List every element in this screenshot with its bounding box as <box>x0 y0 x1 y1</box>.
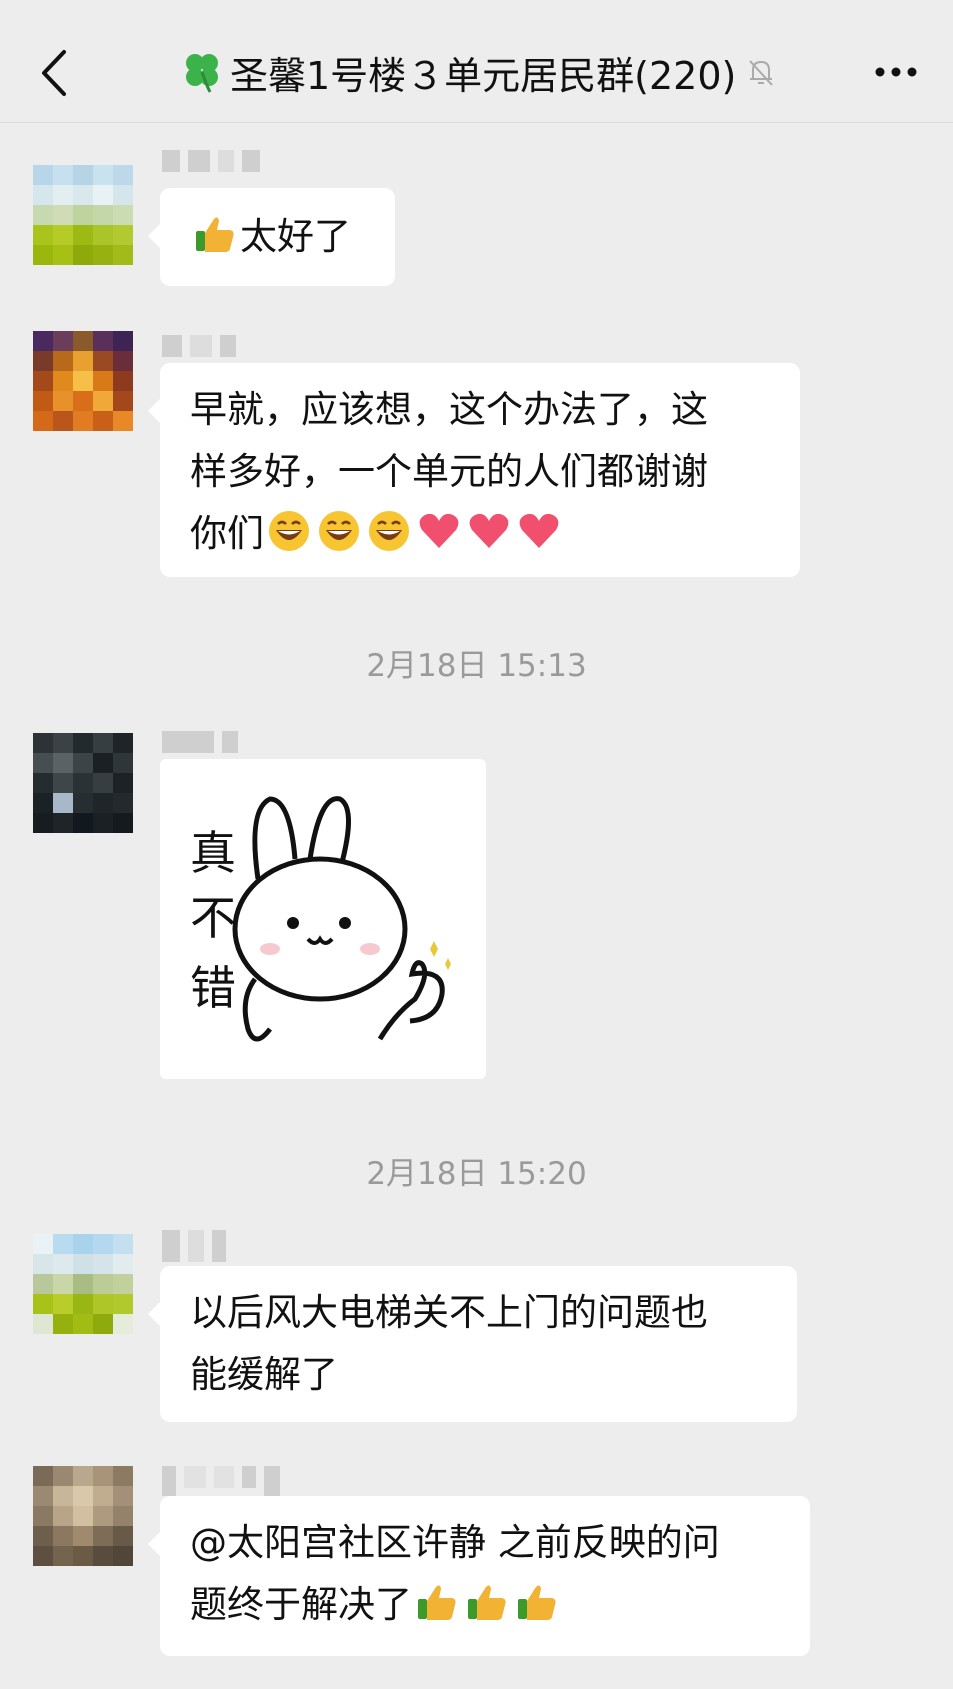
thumbs-up-icon <box>418 1585 456 1620</box>
message-text-line: 以后风大电梯关不上门的问题也 <box>190 1291 708 1334</box>
message-text-line: 你们 <box>190 503 770 565</box>
chevron-left-icon[interactable] <box>40 48 70 98</box>
rabbit-sticker-icon: 真 不 错 <box>190 796 451 1042</box>
avatar[interactable] <box>33 733 133 833</box>
four-leaf-clover-icon <box>186 54 218 93</box>
message-text-line: 能缓解了 <box>190 1353 338 1396</box>
message-bubble[interactable]: 以后风大电梯关不上门的问题也 能缓解了 <box>148 1266 797 1422</box>
message-text: 太好了 <box>240 215 351 258</box>
grinning-face-icon <box>269 511 309 551</box>
message-text-line: @太阳宫社区许静 之前反映的问 <box>190 1521 720 1564</box>
sender-name-redacted <box>162 731 238 753</box>
chat-title-area: 圣馨1号楼３单元居民群(220) <box>180 40 820 104</box>
heart-icon <box>419 513 459 548</box>
message-bubble[interactable]: @太阳宫社区许静 之前反映的问 题终于解决了 <box>148 1496 810 1656</box>
sender-name-redacted <box>162 150 260 172</box>
message-text-line: 样多好，一个单元的人们都谢谢 <box>190 450 708 493</box>
heart-icon <box>469 513 509 548</box>
grinning-face-icon <box>369 511 409 551</box>
sticker-text-2: 不 <box>190 891 236 945</box>
sticker-text-1: 真 <box>190 826 236 880</box>
message-bubble[interactable]: 太好了 <box>148 188 395 286</box>
timestamp: 2月18日 15:20 <box>366 1156 587 1192</box>
chat-header: 圣馨1号楼３单元居民群(220) <box>0 0 953 123</box>
sender-name-redacted <box>162 335 236 357</box>
thumbs-up-icon <box>518 1585 556 1620</box>
sender-name-redacted <box>162 1230 226 1262</box>
bell-slash-icon <box>749 60 774 86</box>
timestamp: 2月18日 15:13 <box>366 648 587 684</box>
message-text-line: 题终于解决了 <box>190 1574 780 1636</box>
avatar[interactable] <box>33 1466 133 1566</box>
avatar[interactable] <box>33 331 133 431</box>
avatar[interactable] <box>33 1234 133 1334</box>
sticker-message[interactable]: 真 不 错 <box>160 759 486 1079</box>
heart-icon <box>519 513 559 548</box>
chat-title: 圣馨1号楼３单元居民群(220) <box>230 53 737 98</box>
thumbs-up-icon <box>468 1585 506 1620</box>
thumbs-up-icon <box>196 217 234 252</box>
message-text-line: 早就，应该想，这个办法了，这 <box>190 388 708 431</box>
avatar[interactable] <box>33 165 133 265</box>
message-bubble[interactable]: 早就，应该想，这个办法了，这 样多好，一个单元的人们都谢谢 你们 <box>148 363 800 577</box>
sticker-text-3: 错 <box>190 961 236 1015</box>
ellipsis-icon[interactable] <box>872 62 920 82</box>
grinning-face-icon <box>319 511 359 551</box>
sender-name-redacted <box>162 1466 280 1496</box>
